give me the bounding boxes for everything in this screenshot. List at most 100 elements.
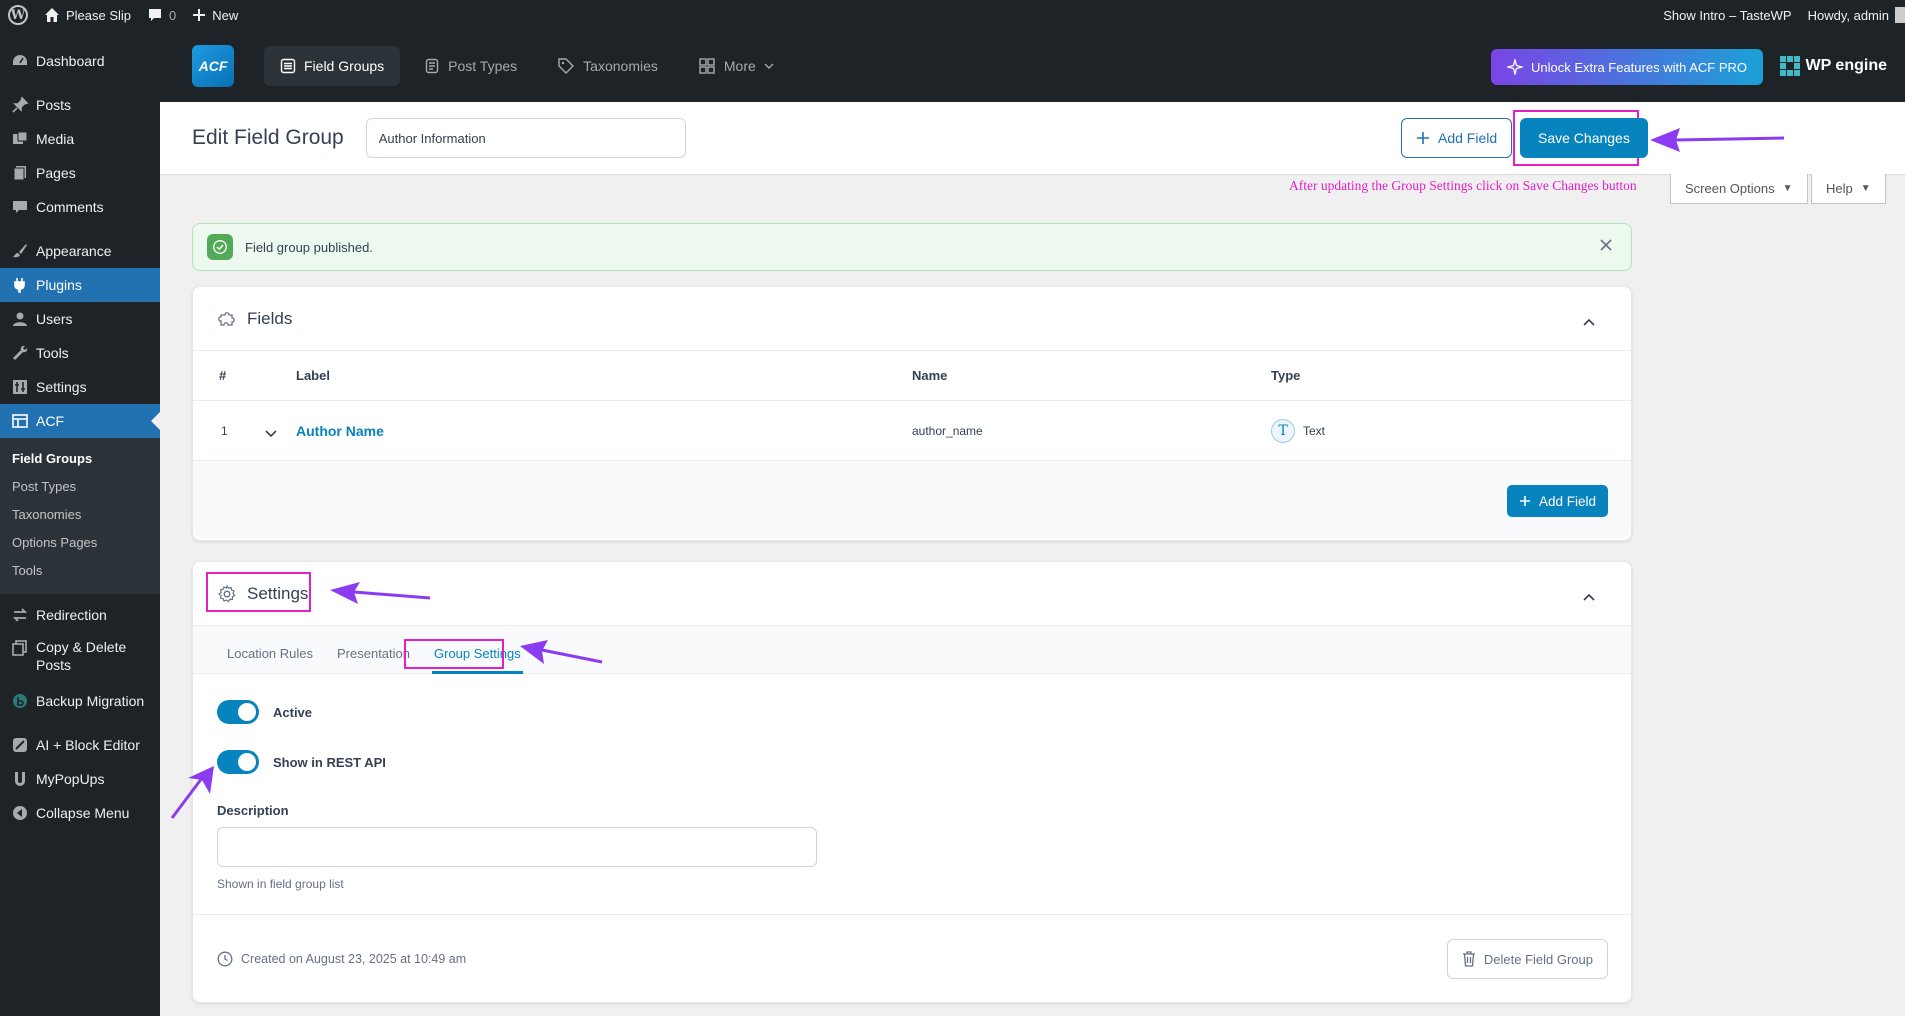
tab-more[interactable]: More [682,46,790,86]
close-icon[interactable] [1599,238,1613,255]
success-notice: Field group published. [192,223,1632,271]
my-account-link[interactable]: Howdy, admin [1800,0,1905,30]
menu-backup-migration[interactable]: Backup Migration [0,684,160,718]
created-date: Created on August 23, 2025 at 10:49 am [241,951,467,966]
wrench-icon [10,343,30,363]
menu-posts[interactable]: Posts [0,88,160,122]
show-intro-link[interactable]: Show Intro – TasteWP [1655,0,1799,30]
col-type: Type [1271,368,1301,383]
menu-label: Backup Migration [36,693,145,709]
acf-submenu: Field Groups Post Types Taxonomies Optio… [0,438,160,594]
field-type-label: Text [1303,423,1326,438]
submenu-post-types[interactable]: Post Types [0,472,160,500]
menu-appearance[interactable]: Appearance [0,234,160,268]
sparkle-icon [1506,59,1523,75]
menu-label: Users [36,311,73,327]
submenu-taxonomies[interactable]: Taxonomies [0,500,160,528]
row-num: 1 [221,423,228,438]
col-num: # [219,368,227,383]
col-name: Name [912,368,948,383]
site-name-link[interactable]: Please Slip [36,0,139,30]
mypopups-icon [10,769,30,789]
field-group-title-input[interactable]: Author Information [365,118,686,158]
menu-pages[interactable]: Pages [0,156,160,190]
menu-label: Appearance [36,243,112,259]
collapse-icon [10,803,30,823]
chevron-up-icon[interactable] [1583,586,1595,606]
dashboard-icon [10,51,30,71]
menu-settings[interactable]: Settings [0,370,160,404]
tab-location-rules[interactable]: Location Rules [217,646,323,673]
annotation-arrow-settings [330,582,431,604]
current-indicator [151,412,160,430]
menu-dashboard[interactable]: Dashboard [0,44,160,78]
avatar [1895,7,1905,23]
fields-header[interactable]: Fields [193,287,1631,351]
settings-icon [10,377,30,397]
fields-footer: Add Field [193,461,1631,539]
chevron-up-icon[interactable] [1583,311,1595,331]
settings-footer: Created on August 23, 2025 at 10:49 am D… [193,914,1631,1002]
show-intro-label: Show Intro – TasteWP [1663,7,1792,23]
grid-icon [698,57,716,75]
menu-acf[interactable]: ACF [0,404,160,438]
table-row[interactable]: 1 Author Name author_name T Text [193,401,1631,461]
plus-icon [192,8,206,22]
menu-collapse[interactable]: Collapse Menu [0,796,160,830]
menu-plugins[interactable]: Plugins [0,268,160,302]
acf-icon [10,411,30,431]
settings-highlight-box [206,572,311,612]
settings-postbox: Settings Location Rules Presentation Gro… [192,561,1632,1003]
menu-users[interactable]: Users [0,302,160,336]
tab-taxonomies[interactable]: Taxonomies [541,46,674,86]
menu-label: MyPopUps [36,771,105,787]
annotation-arrow-group-settings [520,640,603,664]
menu-copy-delete-posts[interactable]: Copy & Delete Posts [0,632,160,684]
submenu-options-pages[interactable]: Options Pages [0,528,160,556]
settings-tabs: Location Rules Presentation Group Settin… [193,626,1631,674]
delete-field-group-button[interactable]: Delete Field Group [1446,939,1608,979]
menu-ai-block-editor[interactable]: AI + Block Editor [0,728,160,762]
menu-label: Media [36,131,75,147]
caret-down-icon: ▼ [1782,183,1793,194]
tab-label: More [723,58,756,74]
annotation-arrow-save [1650,128,1785,152]
add-field-header-button[interactable]: Add Field [1401,118,1513,158]
active-setting: Active [217,700,312,724]
comments-link[interactable]: 0 [139,0,184,30]
menu-mypopups[interactable]: MyPopUps [0,762,160,796]
save-changes-button[interactable]: Save Changes [1520,118,1648,158]
menu-label: Comments [36,199,104,215]
tab-field-groups[interactable]: Field Groups [264,46,401,86]
tab-label: Field Groups [304,58,385,74]
rest-api-toggle[interactable] [217,750,259,774]
chevron-down-icon[interactable] [265,427,277,441]
submenu-field-groups[interactable]: Field Groups [0,444,160,472]
menu-tools[interactable]: Tools [0,336,160,370]
field-label-link[interactable]: Author Name [296,423,384,439]
rest-api-setting: Show in REST API [217,750,386,774]
plus-icon [1519,495,1531,507]
menu-comments[interactable]: Comments [0,190,160,224]
menu-label: AI + Block Editor [36,737,140,753]
menu-label: Redirection [36,607,107,623]
help-button[interactable]: Help ▼ [1811,174,1886,204]
new-content-link[interactable]: New [184,0,246,30]
add-field-button[interactable]: Add Field [1506,485,1608,517]
wp-logo-menu[interactable]: W [0,0,36,30]
menu-redirection[interactable]: Redirection [0,598,160,632]
unlock-pro-button[interactable]: Unlock Extra Features with ACF PRO [1490,49,1763,85]
submenu-tools[interactable]: Tools [0,556,160,584]
edit-field-group-header: Edit Field Group Author Information Add … [160,102,1905,175]
screen-options-button[interactable]: Screen Options ▼ [1670,174,1808,204]
field-type: T Text [1271,418,1326,443]
tab-post-types[interactable]: Post Types [408,46,533,86]
annotation-text: After updating the Group Settings click … [1289,178,1637,193]
tab-label: Post Types [448,58,518,74]
menu-media[interactable]: Media [0,122,160,156]
active-toggle[interactable] [217,700,259,724]
annotation-arrow-rest-api [170,766,214,819]
description-input[interactable] [217,827,817,867]
menu-label: Tools [36,345,69,361]
add-field-label: Add Field [1538,493,1596,509]
